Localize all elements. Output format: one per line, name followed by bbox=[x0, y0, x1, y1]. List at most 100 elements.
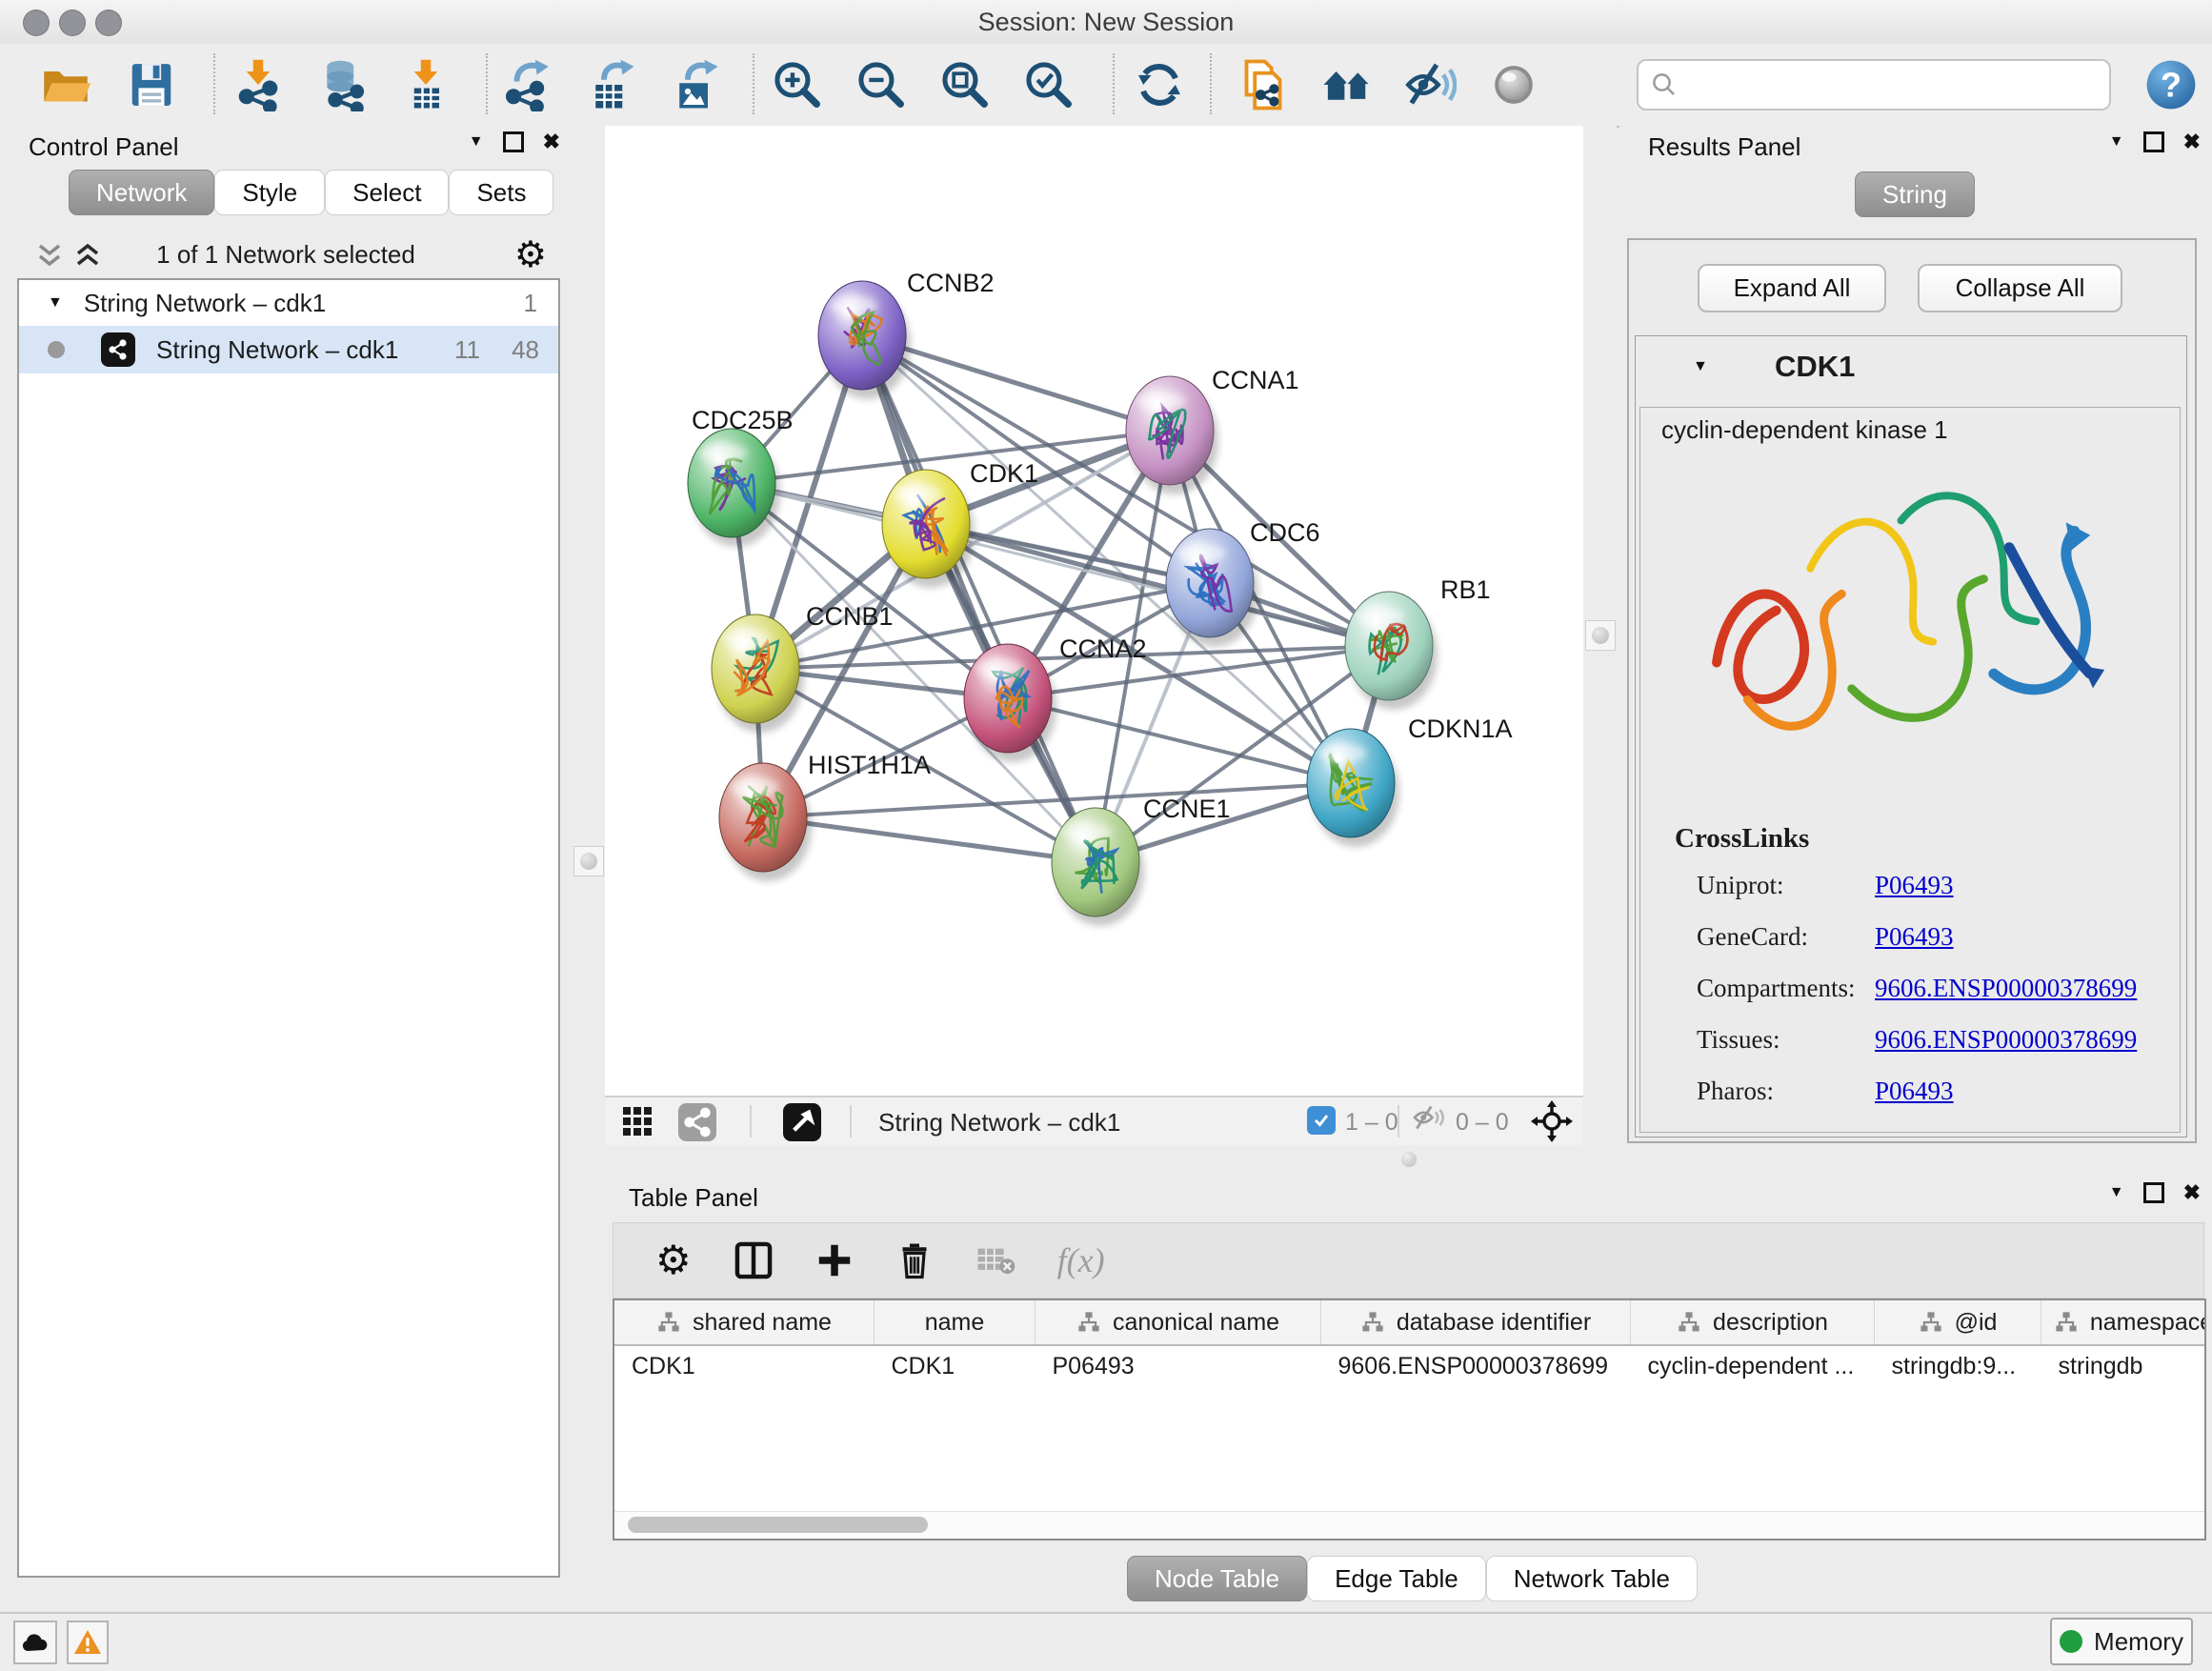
float-panel-icon[interactable] bbox=[503, 131, 524, 152]
network-edge-HIST1H1A-CCNE1[interactable] bbox=[763, 817, 1096, 862]
table-cell[interactable]: stringdb bbox=[2041, 1345, 2207, 1386]
tab-network[interactable]: Network bbox=[69, 170, 214, 215]
import-network-database-button[interactable] bbox=[312, 55, 372, 114]
zoom-selected-button[interactable] bbox=[1019, 55, 1078, 114]
collapse-panel-icon[interactable]: ▼ bbox=[2109, 1185, 2124, 1200]
network-node-CCNE1[interactable] bbox=[1052, 808, 1144, 926]
table-cell[interactable]: P06493 bbox=[1036, 1345, 1321, 1386]
crosslink-tissues-link[interactable]: 9606.ENSP00000378699 bbox=[1875, 1025, 2137, 1055]
collapse-panel-icon[interactable]: ▼ bbox=[469, 134, 484, 150]
horizontal-splitter[interactable] bbox=[605, 1143, 2212, 1177]
pan-mode-button[interactable] bbox=[1531, 1100, 1573, 1142]
right-splitter[interactable] bbox=[1583, 126, 1617, 1143]
tab-style[interactable]: Style bbox=[214, 170, 325, 215]
network-row-selected[interactable]: String Network – cdk1 11 48 bbox=[19, 326, 558, 373]
table-row[interactable]: CDK1CDK1P064939606.ENSP00000378699cyclin… bbox=[614, 1345, 2206, 1386]
zoom-fit-button[interactable] bbox=[935, 55, 995, 114]
collection-count: 1 bbox=[524, 289, 537, 318]
birds-eye-view-button[interactable] bbox=[783, 1103, 821, 1141]
network-canvas[interactable]: CCNB2CCNA1CDC25BCDK1CDC6RB1CCNB1CCNA2CDK… bbox=[605, 126, 1583, 1096]
collapse-panel-icon[interactable]: ▼ bbox=[2109, 134, 2124, 150]
table-options-gear-icon[interactable]: ⚙ bbox=[655, 1240, 692, 1280]
network-node-CDK1[interactable] bbox=[882, 470, 975, 588]
network-collection-row[interactable]: ▼ String Network – cdk1 1 bbox=[19, 280, 558, 326]
search-box[interactable] bbox=[1637, 59, 2111, 111]
show-all-button[interactable] bbox=[1484, 55, 1543, 114]
section-expander-icon[interactable]: ▼ bbox=[1693, 359, 1708, 374]
column-header-canonical-name[interactable]: canonical name bbox=[1036, 1300, 1321, 1345]
warnings-button[interactable] bbox=[67, 1621, 109, 1664]
delete-column-button[interactable] bbox=[895, 1241, 934, 1279]
zoom-out-button[interactable] bbox=[852, 55, 911, 114]
table-cell[interactable]: cyclin-dependent ... bbox=[1631, 1345, 1875, 1386]
table-cell[interactable]: CDK1 bbox=[614, 1345, 875, 1386]
save-session-button[interactable] bbox=[122, 55, 181, 114]
close-panel-icon[interactable]: ✖ bbox=[543, 131, 560, 152]
crosslink-compartments-link[interactable]: 9606.ENSP00000378699 bbox=[1875, 974, 2137, 1003]
import-network-file-button[interactable] bbox=[229, 55, 288, 114]
apply-layout-button[interactable] bbox=[1130, 55, 1189, 114]
network-node-CCNA2[interactable] bbox=[964, 644, 1056, 762]
tab-node-table[interactable]: Node Table bbox=[1127, 1556, 1307, 1601]
open-session-button[interactable] bbox=[36, 55, 95, 114]
network-node-CDC6[interactable] bbox=[1166, 529, 1258, 647]
show-columns-button[interactable] bbox=[734, 1240, 774, 1280]
column-header-shared-name[interactable]: shared name bbox=[614, 1300, 875, 1345]
column-header-namespace[interactable]: namespace bbox=[2041, 1300, 2207, 1345]
table-cell[interactable]: CDK1 bbox=[875, 1345, 1036, 1386]
tab-sets[interactable]: Sets bbox=[449, 170, 553, 215]
column-header--id[interactable]: @id bbox=[1875, 1300, 2041, 1345]
first-neighbors-button[interactable] bbox=[1317, 55, 1377, 114]
expand-all-button[interactable]: Expand All bbox=[1698, 264, 1886, 312]
hidden-indicator-button[interactable] bbox=[1410, 1103, 1448, 1132]
network-node-CDKN1A[interactable] bbox=[1307, 729, 1399, 847]
tab-edge-table[interactable]: Edge Table bbox=[1307, 1556, 1486, 1601]
selected-indicator-checkbox[interactable] bbox=[1307, 1106, 1336, 1135]
tab-string[interactable]: String bbox=[1855, 171, 1975, 217]
float-panel-icon[interactable] bbox=[2143, 1182, 2164, 1203]
close-panel-icon[interactable]: ✖ bbox=[2183, 131, 2201, 152]
gene-section-header[interactable]: ▼ CDK1 bbox=[1636, 336, 2186, 405]
tab-network-table[interactable]: Network Table bbox=[1486, 1556, 1698, 1601]
import-table-file-button[interactable] bbox=[396, 55, 455, 114]
network-share-button[interactable] bbox=[678, 1103, 716, 1141]
collection-expander-icon[interactable]: ▼ bbox=[48, 295, 63, 311]
float-panel-icon[interactable] bbox=[2143, 131, 2164, 152]
cloud-status-button[interactable] bbox=[13, 1621, 57, 1664]
crosslink-uniprot-link[interactable]: P06493 bbox=[1875, 871, 1954, 900]
left-splitter[interactable] bbox=[572, 126, 605, 1612]
search-input[interactable] bbox=[1686, 70, 2109, 100]
network-node-CCNB1[interactable] bbox=[712, 614, 804, 733]
network-node-HIST1H1A[interactable] bbox=[719, 763, 812, 881]
column-header-description[interactable]: description bbox=[1631, 1300, 1875, 1345]
crosslink-genecard-link[interactable]: P06493 bbox=[1875, 922, 1954, 952]
help-button[interactable]: ? bbox=[2142, 55, 2201, 114]
network-options-gear-icon[interactable]: ⚙ bbox=[514, 236, 547, 272]
zoom-in-button[interactable] bbox=[768, 55, 827, 114]
export-image-button[interactable] bbox=[665, 55, 724, 114]
table-cell[interactable]: 9606.ENSP00000378699 bbox=[1321, 1345, 1631, 1386]
table-hscrollbar[interactable] bbox=[614, 1511, 2204, 1539]
hide-selected-button[interactable] bbox=[1400, 55, 1459, 114]
close-panel-icon[interactable]: ✖ bbox=[2183, 1182, 2201, 1203]
column-header-name[interactable]: name bbox=[875, 1300, 1036, 1345]
copy-network-button[interactable] bbox=[1234, 55, 1293, 114]
memory-button[interactable]: Memory bbox=[2050, 1618, 2193, 1665]
grid-mode-button[interactable] bbox=[621, 1103, 655, 1137]
right-splitter-handle[interactable] bbox=[1585, 620, 1616, 651]
create-column-button[interactable] bbox=[815, 1241, 854, 1279]
hscrollbar-thumb[interactable] bbox=[628, 1517, 928, 1533]
export-table-button[interactable] bbox=[581, 55, 640, 114]
export-network-button[interactable] bbox=[497, 55, 556, 114]
crosslink-pharos-link[interactable]: P06493 bbox=[1875, 1077, 1954, 1106]
network-node-RB1[interactable] bbox=[1345, 592, 1438, 710]
horizontal-splitter-handle[interactable] bbox=[1401, 1152, 1417, 1167]
network-view[interactable]: CCNB2CCNA1CDC25BCDK1CDC6RB1CCNB1CCNA2CDK… bbox=[605, 126, 1583, 1143]
table-cell[interactable]: stringdb:9... bbox=[1875, 1345, 2041, 1386]
column-header-database-identifier[interactable]: database identifier bbox=[1321, 1300, 1631, 1345]
tab-select[interactable]: Select bbox=[325, 170, 449, 215]
left-splitter-handle[interactable] bbox=[573, 846, 604, 876]
network-node-CCNB2[interactable] bbox=[818, 281, 911, 399]
collapse-all-button[interactable]: Collapse All bbox=[1918, 264, 2122, 312]
network-edge-CCNB2-CCNE1[interactable] bbox=[862, 335, 1096, 862]
